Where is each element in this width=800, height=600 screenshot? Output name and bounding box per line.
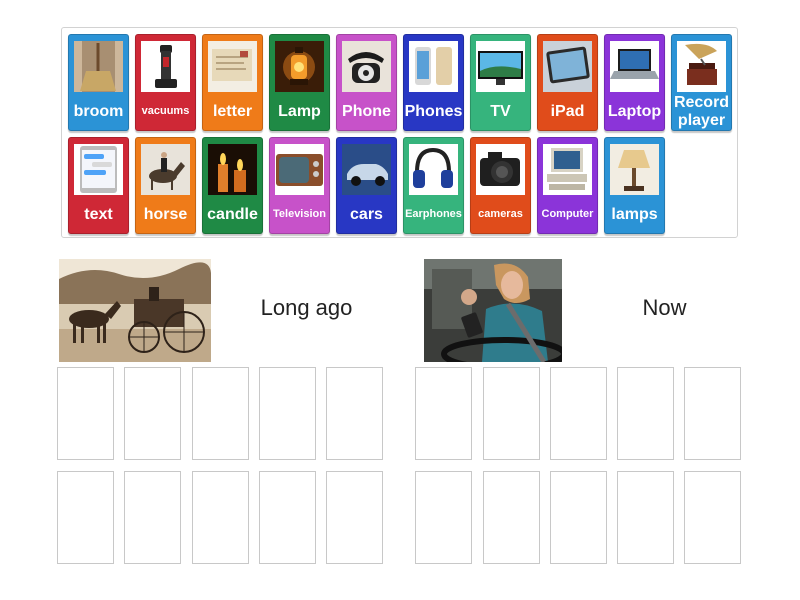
card-tray: broom vacuums letter Lamp Phone Phones TV iPad L… bbox=[61, 27, 738, 238]
camera-icon bbox=[476, 144, 525, 195]
long-ago-drop-slot[interactable] bbox=[326, 367, 383, 460]
word-card[interactable]: TV bbox=[470, 34, 531, 131]
candle-icon bbox=[208, 144, 257, 195]
retro-tv-icon bbox=[275, 144, 324, 195]
long-ago-heading: Long ago bbox=[260, 295, 353, 320]
word-card-label: broom bbox=[73, 102, 124, 120]
text-message-icon bbox=[74, 144, 123, 195]
tv-icon bbox=[476, 41, 525, 92]
word-card[interactable]: Record player bbox=[671, 34, 732, 131]
long-ago-drop-slot[interactable] bbox=[124, 471, 181, 564]
word-card-label: cars bbox=[350, 205, 383, 223]
word-card[interactable]: vacuums bbox=[135, 34, 196, 131]
word-card-label: candle bbox=[207, 205, 258, 223]
now-drop-slot[interactable] bbox=[617, 367, 674, 460]
word-card-label: Phones bbox=[404, 102, 463, 120]
word-card[interactable]: Phone bbox=[336, 34, 397, 131]
broom-icon bbox=[74, 41, 123, 92]
word-card-label: Record player bbox=[673, 93, 730, 129]
long-ago-drop-slot[interactable] bbox=[57, 367, 114, 460]
headphones-icon bbox=[409, 144, 458, 195]
laptop-icon bbox=[610, 41, 659, 92]
now-drop-slot[interactable] bbox=[550, 367, 607, 460]
now-drop-slot[interactable] bbox=[415, 471, 472, 564]
word-card[interactable]: Computer bbox=[537, 137, 598, 234]
vacuum-icon bbox=[141, 41, 190, 92]
car-icon bbox=[342, 144, 391, 195]
now-drop-slot[interactable] bbox=[483, 471, 540, 564]
word-card-label: Lamp bbox=[278, 102, 321, 120]
word-card[interactable]: candle bbox=[202, 137, 263, 234]
word-card-label: letter bbox=[212, 102, 253, 120]
word-card[interactable]: Phones bbox=[403, 34, 464, 131]
long-ago-drop-slot[interactable] bbox=[259, 471, 316, 564]
horse-icon bbox=[141, 144, 190, 195]
long-ago-drop-slot[interactable] bbox=[192, 471, 249, 564]
table-lamp-icon bbox=[610, 144, 659, 195]
word-card[interactable]: Laptop bbox=[604, 34, 665, 131]
now-drop-slot[interactable] bbox=[684, 367, 741, 460]
driver-texting-photo bbox=[424, 259, 562, 362]
gramophone-icon bbox=[677, 41, 726, 92]
word-card-label: Phone bbox=[342, 102, 391, 120]
oil-lamp-icon bbox=[275, 41, 324, 92]
word-card[interactable]: letter bbox=[202, 34, 263, 131]
word-card[interactable]: text bbox=[68, 137, 129, 234]
word-card[interactable]: cars bbox=[336, 137, 397, 234]
word-card-label: Earphones bbox=[405, 208, 462, 220]
word-card[interactable]: horse bbox=[135, 137, 196, 234]
word-card-label: Television bbox=[273, 208, 326, 220]
word-card[interactable]: Earphones bbox=[403, 137, 464, 234]
word-card-label: Laptop bbox=[607, 102, 662, 120]
now-heading: Now bbox=[642, 295, 687, 320]
letter-icon bbox=[208, 41, 257, 92]
word-card-label: lamps bbox=[611, 205, 658, 223]
long-ago-drop-slot[interactable] bbox=[57, 471, 114, 564]
now-drop-slot[interactable] bbox=[550, 471, 607, 564]
smartphones-icon bbox=[409, 41, 458, 92]
long-ago-drop-slot[interactable] bbox=[326, 471, 383, 564]
tablet-icon bbox=[543, 41, 592, 92]
word-card[interactable]: lamps bbox=[604, 137, 665, 234]
long-ago-drop-slot[interactable] bbox=[259, 367, 316, 460]
horse-carriage-photo bbox=[59, 259, 211, 362]
word-card-label: cameras bbox=[478, 208, 523, 220]
word-card[interactable]: iPad bbox=[537, 34, 598, 131]
long-ago-drop-slot[interactable] bbox=[124, 367, 181, 460]
now-drop-slot[interactable] bbox=[415, 367, 472, 460]
word-card-label: iPad bbox=[550, 102, 585, 120]
word-card[interactable]: Lamp bbox=[269, 34, 330, 131]
rotary-phone-icon bbox=[342, 41, 391, 92]
word-card-label: TV bbox=[490, 102, 511, 120]
computer-icon bbox=[543, 144, 592, 195]
word-card[interactable]: Television bbox=[269, 137, 330, 234]
now-drop-slot[interactable] bbox=[483, 367, 540, 460]
word-card-label: Computer bbox=[541, 208, 594, 220]
now-drop-slot[interactable] bbox=[684, 471, 741, 564]
now-drop-slot[interactable] bbox=[617, 471, 674, 564]
word-card[interactable]: cameras bbox=[470, 137, 531, 234]
long-ago-drop-slot[interactable] bbox=[192, 367, 249, 460]
word-card-label: text bbox=[84, 205, 113, 223]
word-card-label: vacuums bbox=[141, 105, 190, 117]
word-card[interactable]: broom bbox=[68, 34, 129, 131]
word-card-label: horse bbox=[143, 205, 188, 223]
